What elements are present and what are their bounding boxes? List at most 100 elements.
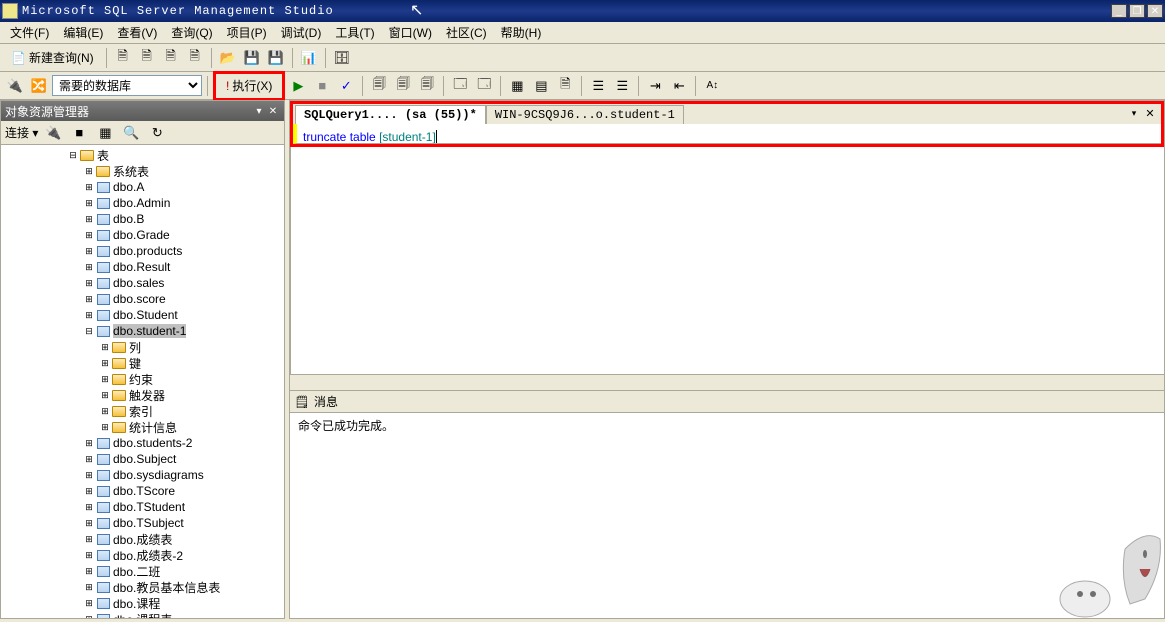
parse-button[interactable]: ✓ xyxy=(335,75,357,97)
menu-file[interactable]: 文件(F) xyxy=(4,22,55,43)
expand-icon[interactable]: ⊞ xyxy=(99,342,111,353)
tree-node[interactable]: ⊞dbo.二班 xyxy=(3,563,282,579)
expand-icon[interactable]: ⊞ xyxy=(83,182,95,193)
tree-node[interactable]: ⊞约束 xyxy=(3,371,282,387)
tree-node[interactable]: ⊞索引 xyxy=(3,403,282,419)
tree-node[interactable]: ⊞dbo.students-2 xyxy=(3,435,282,451)
tree-node[interactable]: ⊞dbo.Student xyxy=(3,307,282,323)
connect-button[interactable]: 连接 ▾ xyxy=(5,124,38,141)
expand-icon[interactable]: ⊞ xyxy=(83,310,95,321)
open-button[interactable]: 📂 xyxy=(217,47,239,69)
tool-btn-4[interactable]: 🗎 xyxy=(184,47,206,69)
tree-node[interactable]: ⊞dbo.Subject xyxy=(3,451,282,467)
estimated-plan-button[interactable]: 🗐 xyxy=(368,75,390,97)
expand-icon[interactable]: ⊞ xyxy=(83,262,95,273)
save-button[interactable]: 💾 xyxy=(241,47,263,69)
tree-node[interactable]: ⊞触发器 xyxy=(3,387,282,403)
tree-node[interactable]: ⊞dbo.教员基本信息表 xyxy=(3,579,282,595)
editor-whitespace[interactable] xyxy=(290,147,1164,374)
expand-icon[interactable]: ⊞ xyxy=(83,598,95,609)
specify-values-button[interactable]: A↕ xyxy=(701,75,723,97)
filter-icon[interactable]: 🔍 xyxy=(120,122,142,144)
expand-icon[interactable]: ⊞ xyxy=(83,278,95,289)
tree-node[interactable]: ⊞dbo.TScore xyxy=(3,483,282,499)
database-combo[interactable]: 需要的数据库 xyxy=(52,75,202,96)
menu-community[interactable]: 社区(C) xyxy=(440,22,493,43)
expand-icon[interactable]: ⊞ xyxy=(99,406,111,417)
editor-hscroll[interactable] xyxy=(290,374,1164,390)
tree-node[interactable]: ⊞键 xyxy=(3,355,282,371)
tabs-dropdown-icon[interactable]: ▾ xyxy=(1127,106,1141,120)
menu-window[interactable]: 窗口(W) xyxy=(383,22,438,43)
intellisense-button[interactable]: 🗐 xyxy=(416,75,438,97)
sql-editor[interactable]: truncate table [student-1] xyxy=(293,124,1161,144)
expand-icon[interactable]: ⊞ xyxy=(99,358,111,369)
uncomment-button[interactable]: ☰ xyxy=(611,75,633,97)
menu-query[interactable]: 查询(Q) xyxy=(165,22,218,43)
tree-node[interactable]: ⊞dbo.TStudent xyxy=(3,499,282,515)
expand-icon[interactable]: ⊞ xyxy=(83,166,95,177)
results-text-button[interactable]: ▤ xyxy=(530,75,552,97)
tree-node[interactable]: ⊞dbo.TSubject xyxy=(3,515,282,531)
tree-node[interactable]: ⊟表 xyxy=(3,147,282,163)
tree-node[interactable]: ⊞dbo.score xyxy=(3,291,282,307)
tab-sqlquery1[interactable]: SQLQuery1.... (sa (55))* xyxy=(295,105,486,124)
expand-icon[interactable]: ⊞ xyxy=(83,566,95,577)
outdent-button[interactable]: ⇤ xyxy=(668,75,690,97)
tree-node[interactable]: ⊞dbo.sales xyxy=(3,275,282,291)
close-button[interactable]: ✕ xyxy=(1147,4,1163,18)
expand-icon[interactable]: ⊞ xyxy=(83,230,95,241)
expand-icon[interactable]: ⊞ xyxy=(83,550,95,561)
expand-icon[interactable]: ⊞ xyxy=(83,486,95,497)
tree-node[interactable]: ⊞dbo.products xyxy=(3,243,282,259)
tree-node[interactable]: ⊞dbo.课程表 xyxy=(3,611,282,618)
debug-button[interactable]: ▶ xyxy=(287,75,309,97)
include-plan-button[interactable]: 🗔 xyxy=(449,75,471,97)
activity-monitor-button[interactable]: 📊 xyxy=(298,47,320,69)
tree-node[interactable]: ⊞系统表 xyxy=(3,163,282,179)
panel-close-icon[interactable]: ✕ xyxy=(266,104,280,118)
registered-servers-button[interactable]: 🗄 xyxy=(331,47,353,69)
menu-edit[interactable]: 编辑(E) xyxy=(57,22,109,43)
expand-icon[interactable]: ⊞ xyxy=(99,390,111,401)
indent-button[interactable]: ⇥ xyxy=(644,75,666,97)
expand-icon[interactable]: ⊞ xyxy=(83,198,95,209)
tree-node[interactable]: ⊞dbo.Grade xyxy=(3,227,282,243)
tree-node[interactable]: ⊞dbo.课程 xyxy=(3,595,282,611)
refresh-icon[interactable]: ↻ xyxy=(146,122,168,144)
expand-icon[interactable]: ⊞ xyxy=(99,422,111,433)
connection-button[interactable]: 🔌 xyxy=(4,75,26,97)
tab-close-icon[interactable]: ✕ xyxy=(1143,106,1157,120)
expand-icon[interactable]: ⊞ xyxy=(99,374,111,385)
tree-node[interactable]: ⊟dbo.student-1 xyxy=(3,323,282,339)
tree-node[interactable]: ⊞dbo.B xyxy=(3,211,282,227)
tree-node[interactable]: ⊞dbo.A xyxy=(3,179,282,195)
expand-icon[interactable]: ⊞ xyxy=(83,294,95,305)
panel-dropdown-icon[interactable]: ▾ xyxy=(252,104,266,118)
query-options-button[interactable]: 🗐 xyxy=(392,75,414,97)
minimize-button[interactable]: _ xyxy=(1111,4,1127,18)
tool-btn-1[interactable]: 🗎 xyxy=(112,47,134,69)
execute-button[interactable]: ! 执行(X) xyxy=(217,75,281,97)
expand-icon[interactable]: ⊞ xyxy=(83,246,95,257)
results-file-button[interactable]: 🗎 xyxy=(554,75,576,97)
expand-icon[interactable]: ⊞ xyxy=(83,470,95,481)
new-query-button[interactable]: 📄 新建查询(N) xyxy=(4,47,101,69)
menu-debug[interactable]: 调试(D) xyxy=(275,22,328,43)
tree-node[interactable]: ⊞统计信息 xyxy=(3,419,282,435)
tree-node[interactable]: ⊞dbo.sysdiagrams xyxy=(3,467,282,483)
expand-icon[interactable]: ⊟ xyxy=(83,326,95,337)
expand-icon[interactable]: ⊞ xyxy=(83,214,95,225)
connect-icon-3[interactable]: ▦ xyxy=(94,122,116,144)
tree-node[interactable]: ⊞dbo.成绩表 xyxy=(3,531,282,547)
save-all-button[interactable]: 💾 xyxy=(265,47,287,69)
expand-icon[interactable]: ⊞ xyxy=(83,518,95,529)
include-stats-button[interactable]: 🗔 xyxy=(473,75,495,97)
expand-icon[interactable]: ⊞ xyxy=(83,582,95,593)
results-grid-button[interactable]: ▦ xyxy=(506,75,528,97)
tree-node[interactable]: ⊞列 xyxy=(3,339,282,355)
connect-icon-2[interactable]: ■ xyxy=(68,122,90,144)
comment-button[interactable]: ☰ xyxy=(587,75,609,97)
expand-icon[interactable]: ⊟ xyxy=(67,150,79,161)
object-tree[interactable]: ⊟表⊞系统表⊞dbo.A⊞dbo.Admin⊞dbo.B⊞dbo.Grade⊞d… xyxy=(1,145,284,618)
